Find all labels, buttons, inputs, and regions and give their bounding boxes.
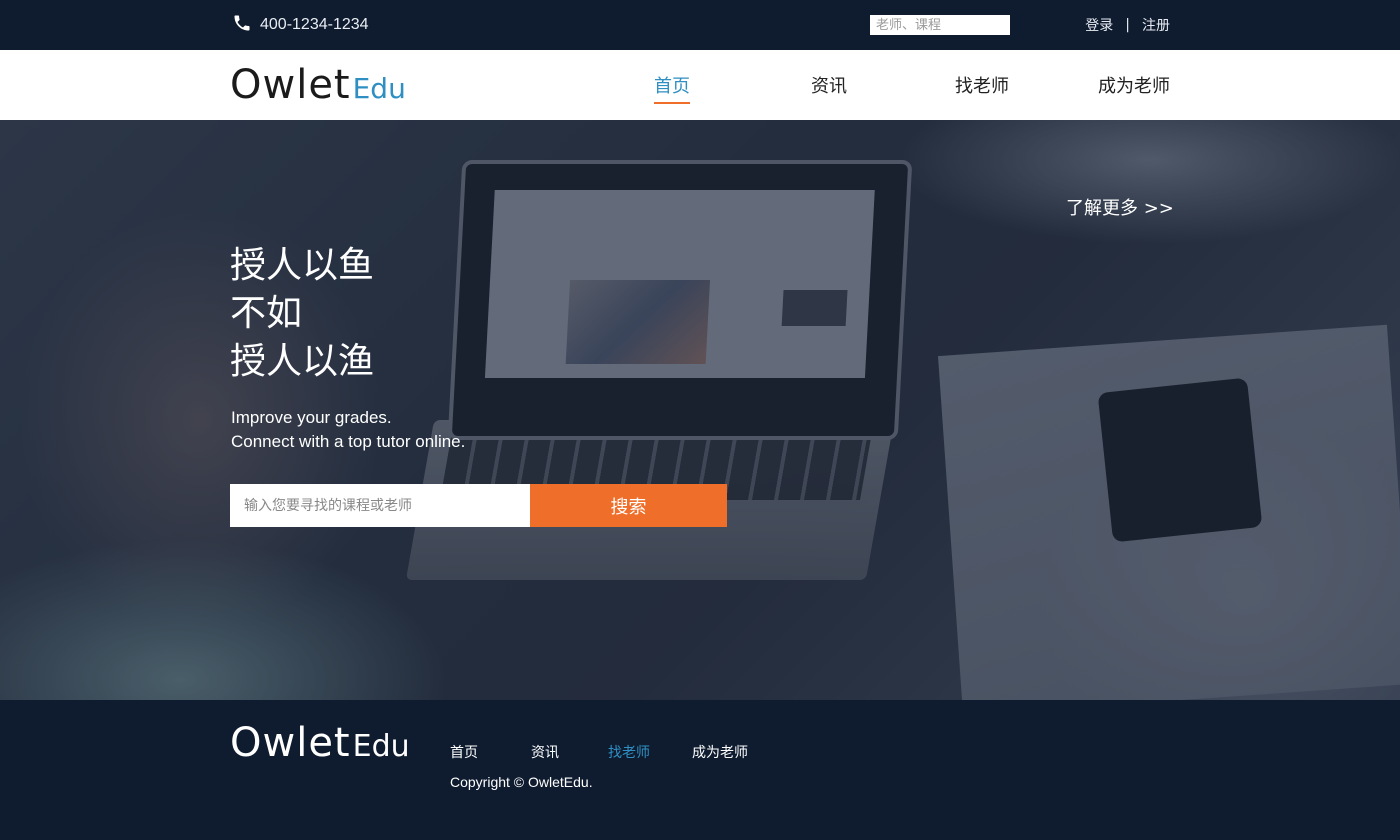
hero-headline: 授人以鱼 不如 授人以渔 <box>230 242 374 386</box>
subline-2: Connect with a top tutor online. <box>231 432 466 451</box>
phone-contact: 400-1234-1234 <box>232 13 369 37</box>
footer-nav-home[interactable]: 首页 <box>450 742 478 762</box>
auth-separator: | <box>1125 17 1130 33</box>
nav-news[interactable]: 资讯 <box>811 72 847 98</box>
hero-search-input[interactable] <box>230 484 530 527</box>
hero-subline: Improve your grades. Connect with a top … <box>231 406 465 454</box>
footer-nav-find-teacher[interactable]: 找老师 <box>608 742 650 762</box>
register-link[interactable]: 注册 <box>1142 15 1170 35</box>
footer-nav-news[interactable]: 资讯 <box>531 742 559 762</box>
logo-main-text: Owlet <box>230 62 351 108</box>
hero-search-button[interactable]: 搜索 <box>530 484 727 527</box>
headline-line-1: 授人以鱼 <box>230 245 375 286</box>
footer-logo-main-text: Owlet <box>230 720 351 766</box>
nav-become-teacher[interactable]: 成为老师 <box>1098 72 1170 98</box>
copyright-text: Copyright © OwletEdu. <box>450 774 593 790</box>
hero-overlay <box>0 120 1400 700</box>
auth-links: 登录 | 注册 <box>1085 15 1170 35</box>
hero-banner: 了解更多 >> 授人以鱼 不如 授人以渔 Improve your grades… <box>0 120 1400 700</box>
footer-logo[interactable]: Owlet Edu <box>230 720 410 766</box>
nav-find-teacher[interactable]: 找老师 <box>955 72 1009 98</box>
logo[interactable]: Owlet Edu <box>230 62 406 108</box>
login-link[interactable]: 登录 <box>1085 15 1113 35</box>
footer: Owlet Edu 首页 资讯 找老师 成为老师 Copyright © Owl… <box>0 700 1400 840</box>
headline-line-3: 授人以渔 <box>230 341 375 382</box>
footer-logo-sub-text: Edu <box>352 729 410 764</box>
footer-nav-become-teacher[interactable]: 成为老师 <box>692 742 748 762</box>
main-header: Owlet Edu 首页 资讯 找老师 成为老师 <box>0 50 1400 120</box>
logo-sub-text: Edu <box>352 72 406 105</box>
subline-1: Improve your grades. <box>231 408 392 427</box>
phone-icon <box>232 13 252 37</box>
headline-line-2: 不如 <box>230 293 303 334</box>
top-bar: 400-1234-1234 登录 | 注册 <box>0 0 1400 50</box>
hero-search-form: 搜索 <box>230 484 727 527</box>
nav-home[interactable]: 首页 <box>654 72 690 104</box>
phone-number: 400-1234-1234 <box>260 16 369 33</box>
learn-more-link[interactable]: 了解更多 >> <box>1066 194 1174 220</box>
top-search-input[interactable] <box>870 15 1010 35</box>
